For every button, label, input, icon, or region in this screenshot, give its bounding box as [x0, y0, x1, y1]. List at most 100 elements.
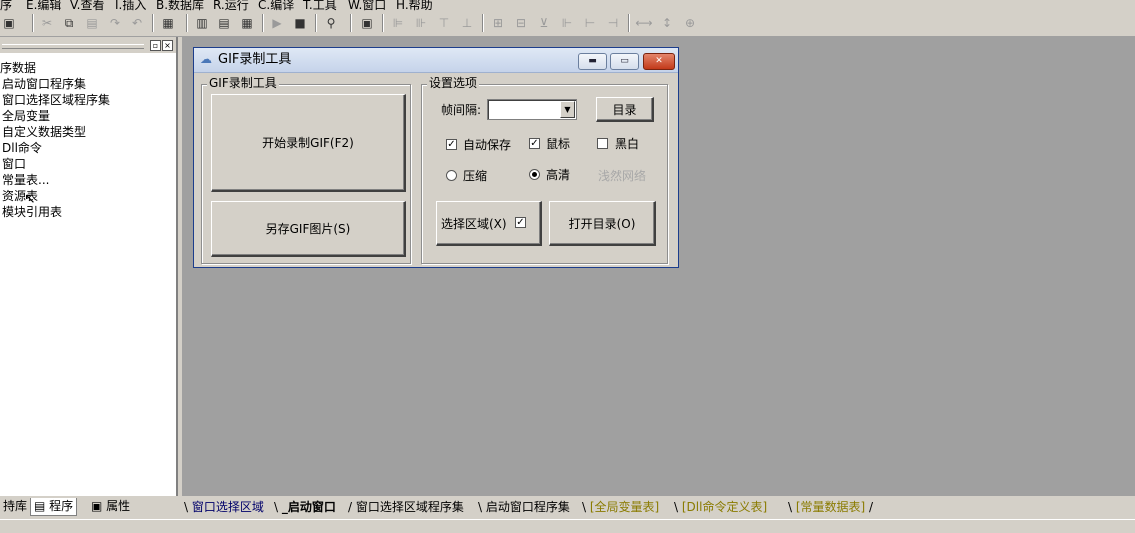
start-record-button[interactable]: 开始录制GIF(F2): [211, 94, 406, 192]
tab-support-library[interactable]: 持库: [0, 498, 30, 515]
gif-recorder-dialog: ☁ GIF录制工具 ▬ ▭ ✕ GIF录制工具 开始录制GIF(F2) 另存GI…: [193, 47, 679, 268]
doc-tab[interactable]: / 窗口选择区域程序集: [348, 499, 464, 515]
menu-item-help[interactable]: H.帮助: [396, 0, 433, 11]
maximize-button[interactable]: ▭: [610, 53, 639, 70]
layout-2-icon[interactable]: ▤: [215, 14, 233, 32]
gif-group-label: GIF录制工具: [207, 76, 279, 90]
tree-item[interactable]: 常量表...: [2, 173, 49, 188]
black-white-checkbox[interactable]: [597, 138, 608, 149]
align-top-icon[interactable]: ⊤: [435, 14, 453, 32]
doc-tab[interactable]: \ [全局变量表]: [582, 499, 659, 515]
settings-group-label: 设置选项: [427, 76, 480, 90]
align-right-icon[interactable]: ⊪: [412, 14, 430, 32]
space-h-icon[interactable]: ⊻: [535, 14, 553, 32]
toolbar-separator: [186, 14, 188, 32]
tree-item[interactable]: Dll命令: [2, 141, 42, 156]
menu-item-edit[interactable]: E.编辑: [26, 0, 61, 11]
minimize-button[interactable]: ▬: [578, 53, 607, 70]
menu-bar: 序 E.编辑 V.查看 I.插入 B.数据库 R.运行 C.编译 T.工具 W.…: [0, 0, 1135, 11]
select-area-button[interactable]: 选择区域(X) ✓: [436, 201, 542, 246]
center-v-icon[interactable]: ⊟: [512, 14, 530, 32]
tree-item[interactable]: 窗口选择区域程序集: [2, 93, 110, 108]
program-tab-icon: ▤: [34, 499, 50, 513]
paste-icon[interactable]: ▤: [83, 14, 101, 32]
auto-save-label: 自动保存: [463, 138, 512, 152]
toolbar-separator: [382, 14, 384, 32]
same-height-icon[interactable]: ⊣: [604, 14, 622, 32]
toolbar-separator: [152, 14, 154, 32]
toolbar-separator: [262, 14, 264, 32]
project-panel: ▫ × 序数据 启动窗口程序集 窗口选择区域程序集 全局变量 自定义数据类型 D…: [0, 37, 178, 496]
stop-icon[interactable]: ■: [291, 14, 309, 32]
doc-tab[interactable]: \ [常量数据表] /: [788, 499, 873, 515]
tab-program[interactable]: ▤ 程序: [30, 498, 78, 516]
save-gif-button[interactable]: 另存GIF图片(S): [211, 201, 406, 257]
mouse-checkbox[interactable]: ✓: [529, 138, 540, 149]
menu-item-compile[interactable]: C.编译: [258, 0, 294, 11]
close-button[interactable]: ✕: [643, 53, 675, 70]
undo-icon[interactable]: ↶: [128, 14, 146, 32]
align-bottom-icon[interactable]: ⊥: [458, 14, 476, 32]
toolbar-separator: [628, 14, 630, 32]
save-icon[interactable]: ▣: [0, 14, 18, 32]
height-icon[interactable]: ↕: [658, 14, 676, 32]
menu-item-run[interactable]: R.运行: [213, 0, 249, 11]
doc-tab[interactable]: \ 启动窗口程序集: [478, 499, 570, 515]
same-size-icon[interactable]: ⟷: [635, 14, 653, 32]
doc-tab-active[interactable]: \ _启动窗口: [274, 499, 336, 515]
left-panel-tabs: 持库 ▤ 程序 ▣ 属性: [0, 496, 180, 518]
open-directory-button[interactable]: 打开目录(O): [549, 201, 656, 246]
toolbar-separator: [350, 14, 352, 32]
find-icon[interactable]: ▦: [159, 14, 177, 32]
tree-item[interactable]: 序数据: [0, 61, 36, 76]
panel-restore-icon[interactable]: ▫: [150, 40, 161, 51]
tree-item[interactable]: 窗口: [2, 157, 26, 172]
menu-item-view[interactable]: V.查看: [70, 0, 104, 11]
align-left-icon[interactable]: ⊫: [389, 14, 407, 32]
both-size-icon[interactable]: ⊕: [681, 14, 699, 32]
document-tabs: \ 窗口选择区域 \ _启动窗口 / 窗口选择区域程序集 \ 启动窗口程序集 \…: [182, 497, 1135, 519]
menu-item-database[interactable]: B.数据库: [156, 0, 204, 11]
space-v-icon[interactable]: ⊩: [558, 14, 576, 32]
hd-label: 高清: [546, 168, 571, 182]
tree-item[interactable]: 模块引用表: [2, 205, 62, 220]
dialog-titlebar[interactable]: ☁ GIF录制工具 ▬ ▭ ✕: [194, 48, 678, 73]
toolbar-separator: [482, 14, 484, 32]
cut-icon[interactable]: ✂: [38, 14, 56, 32]
center-h-icon[interactable]: ⊞: [489, 14, 507, 32]
select-area-checkbox[interactable]: ✓: [515, 217, 526, 228]
compress-label: 压缩: [463, 169, 488, 183]
tree-item[interactable]: 启动窗口程序集: [2, 77, 86, 92]
menu-item-insert[interactable]: I.插入: [115, 0, 146, 11]
compress-radio[interactable]: [446, 170, 457, 181]
layout-3-icon[interactable]: ▦: [238, 14, 256, 32]
radio-dot: [532, 172, 537, 177]
tab-properties[interactable]: ▣ 属性: [88, 498, 133, 515]
doc-tab[interactable]: \ [Dll命令定义表]: [674, 499, 767, 515]
panel-header: ▫ ×: [0, 37, 176, 53]
app-icon: ☁: [200, 52, 212, 66]
binoculars-icon[interactable]: ⚲: [322, 14, 340, 32]
menu-item-program[interactable]: 序: [0, 0, 12, 11]
auto-save-checkbox[interactable]: ✓: [446, 139, 457, 150]
tree-item[interactable]: 全局变量: [2, 109, 50, 124]
form-icon[interactable]: ▣: [358, 14, 376, 32]
panel-grip[interactable]: [2, 44, 144, 49]
dialog-title: GIF录制工具: [218, 52, 292, 67]
tree-item[interactable]: 自定义数据类型: [2, 125, 86, 140]
panel-close-icon[interactable]: ×: [162, 40, 173, 51]
status-bar: [0, 519, 1135, 533]
menu-item-tools[interactable]: T.工具: [303, 0, 337, 11]
chevron-down-icon[interactable]: ▼: [560, 101, 575, 118]
doc-tab[interactable]: \ 窗口选择区域: [184, 499, 264, 515]
menu-item-window[interactable]: W.窗口: [348, 0, 386, 11]
directory-button[interactable]: 目录: [596, 97, 654, 122]
layout-1-icon[interactable]: ▥: [193, 14, 211, 32]
same-width-icon[interactable]: ⊢: [581, 14, 599, 32]
run-icon[interactable]: ▶: [268, 14, 286, 32]
copy-icon[interactable]: ⧉: [60, 14, 78, 32]
hd-radio[interactable]: [529, 169, 540, 180]
redo-icon[interactable]: ↷: [106, 14, 124, 32]
mouse-cursor-icon: ↖: [24, 191, 36, 207]
interval-select[interactable]: ▼: [487, 99, 577, 120]
